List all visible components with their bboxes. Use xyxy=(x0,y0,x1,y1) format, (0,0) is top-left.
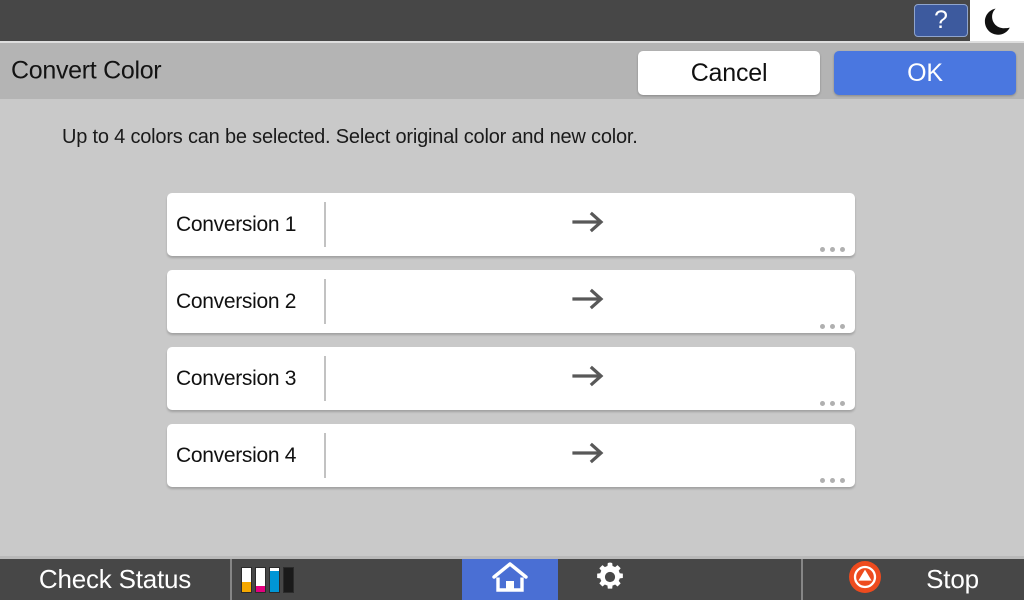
stop-button[interactable]: Stop xyxy=(803,559,1024,600)
toner-gauge-cyan xyxy=(269,567,280,593)
conversion-row-body[interactable] xyxy=(326,424,855,487)
printer-touch-panel: ? Convert Color Cancel OK Up to 4 colors… xyxy=(0,0,1024,600)
toner-level-cyan xyxy=(270,571,279,592)
toner-status-indicator[interactable] xyxy=(230,559,462,600)
conversion-row-3[interactable]: Conversion 3 xyxy=(167,347,855,410)
stop-label: Stop xyxy=(926,564,979,595)
conversion-row-body[interactable] xyxy=(326,347,855,410)
system-top-bar: ? xyxy=(0,0,1024,41)
page-title: Convert Color xyxy=(11,57,161,86)
toner-gauge-magenta xyxy=(255,567,266,593)
dialog-content: Up to 4 colors can be selected. Select o… xyxy=(0,99,1024,556)
stop-circle-icon xyxy=(848,560,882,599)
system-bottom-bar: Check Status xyxy=(0,556,1024,600)
toner-gauge-yellow xyxy=(241,567,252,593)
ellipsis-icon[interactable] xyxy=(820,247,845,252)
toner-gauge-black xyxy=(283,567,294,593)
conversion-row-label: Conversion 4 xyxy=(167,424,324,487)
dialog-title-bar: Convert Color Cancel OK xyxy=(0,41,1024,99)
help-icon: ? xyxy=(934,8,948,33)
ok-button[interactable]: OK xyxy=(834,51,1016,95)
settings-button[interactable] xyxy=(558,559,803,600)
toner-level-magenta xyxy=(256,586,265,591)
arrow-right-icon xyxy=(572,211,606,238)
help-button[interactable]: ? xyxy=(914,4,968,37)
ok-button-label: OK xyxy=(907,59,943,88)
check-status-button[interactable]: Check Status xyxy=(0,559,230,600)
conversion-row-4[interactable]: Conversion 4 xyxy=(167,424,855,487)
toner-level-black xyxy=(284,568,293,591)
arrow-right-icon xyxy=(572,288,606,315)
toner-level-yellow xyxy=(242,582,251,591)
arrow-right-icon xyxy=(572,442,606,469)
dialog-actions: Cancel OK xyxy=(638,51,1016,95)
moon-icon xyxy=(984,7,1010,35)
ellipsis-icon[interactable] xyxy=(820,324,845,329)
conversion-row-body[interactable] xyxy=(326,270,855,333)
cancel-button[interactable]: Cancel xyxy=(638,51,820,95)
sleep-mode-button[interactable] xyxy=(970,0,1024,41)
gear-icon xyxy=(595,562,625,597)
conversion-row-label: Conversion 2 xyxy=(167,270,324,333)
home-button[interactable] xyxy=(462,559,558,600)
ellipsis-icon[interactable] xyxy=(820,401,845,406)
conversion-row-label: Conversion 1 xyxy=(167,193,324,256)
conversion-row-2[interactable]: Conversion 2 xyxy=(167,270,855,333)
cancel-button-label: Cancel xyxy=(691,59,768,88)
check-status-label: Check Status xyxy=(39,564,191,595)
conversion-row-body[interactable] xyxy=(326,193,855,256)
home-icon xyxy=(491,561,529,598)
instruction-text: Up to 4 colors can be selected. Select o… xyxy=(62,126,638,149)
conversion-row-1[interactable]: Conversion 1 xyxy=(167,193,855,256)
conversion-row-label: Conversion 3 xyxy=(167,347,324,410)
conversion-list: Conversion 1 Conversion 2 xyxy=(167,193,855,501)
arrow-right-icon xyxy=(572,365,606,392)
toner-gauges xyxy=(241,567,294,593)
ellipsis-icon[interactable] xyxy=(820,478,845,483)
